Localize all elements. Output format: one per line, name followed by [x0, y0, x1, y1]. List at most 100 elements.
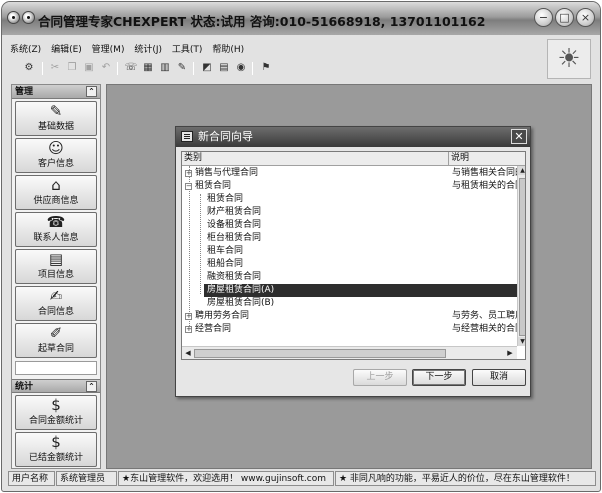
- nav-label: 基础数据: [37, 122, 74, 132]
- nav-label: 客户信息: [37, 159, 74, 169]
- maximize-button[interactable]: □: [555, 8, 574, 27]
- prev-step-button[interactable]: 上一步: [353, 369, 407, 386]
- expand-icon[interactable]: +: [185, 170, 192, 177]
- tree-row[interactable]: + 销售与代理合同 与销售相关合同的: [182, 167, 518, 180]
- scroll-down-icon[interactable]: ▼: [518, 337, 525, 346]
- project-icon: ▤: [48, 250, 64, 268]
- tree-row[interactable]: 租车合同: [182, 245, 517, 258]
- column-header-description[interactable]: 说明: [448, 152, 525, 166]
- undo-icon[interactable]: ↶: [99, 61, 113, 75]
- nav-settled-amount-stats-button[interactable]: $ 已结金额统计: [15, 432, 97, 467]
- stats-section-title: 统计: [15, 382, 34, 392]
- nav-basic-data-button[interactable]: ✎ 基础数据: [15, 101, 97, 136]
- toolbar-separator: [42, 62, 43, 75]
- status-slogan: ★ 非同凡响的功能，平易近人的价位，尽在东山管理软件！: [335, 471, 596, 486]
- system-menu-icon[interactable]: [7, 11, 20, 24]
- horizontal-scrollbar[interactable]: ◀ ▶: [182, 346, 517, 359]
- column-header-category[interactable]: 类别: [182, 152, 448, 166]
- tree-row-name: 租赁合同: [207, 194, 244, 204]
- tree-row[interactable]: + 经营合同 与经营相关的合同: [182, 323, 517, 335]
- database-icon[interactable]: ▤: [217, 61, 231, 75]
- tree-row[interactable]: 房屋租赁合同(B): [182, 297, 517, 310]
- money-bag-icon: $: [51, 396, 61, 414]
- expand-icon[interactable]: +: [185, 326, 192, 333]
- nav-label: 项目信息: [37, 270, 74, 280]
- tree-row-selected[interactable]: 房屋租赁合同(A): [204, 284, 517, 297]
- tree-row[interactable]: 财产租赁合同: [182, 206, 517, 219]
- calculator-icon[interactable]: ▥: [158, 61, 172, 75]
- manage-section-header[interactable]: 管理 ⌃: [12, 85, 100, 99]
- menu-help[interactable]: 帮助(H): [212, 42, 244, 55]
- nav-project-info-button[interactable]: ▤ 项目信息: [15, 249, 97, 284]
- paste-icon[interactable]: ▣: [82, 61, 96, 75]
- collapse-icon[interactable]: −: [185, 183, 192, 190]
- nav-contract-info-button[interactable]: ✍ 合同信息: [15, 286, 97, 321]
- dialog-title: 新合同向导: [198, 130, 253, 143]
- tree-row-name: 柜台租赁合同: [207, 233, 262, 243]
- window-title: 合同管理专家CHEXPERT 状态:试用 咨询:010-51668918, 13…: [38, 14, 486, 29]
- wizard-icon[interactable]: ⚙: [22, 61, 36, 75]
- menu-manage[interactable]: 管理(M): [92, 42, 125, 55]
- calendar-icon[interactable]: ▦: [141, 61, 155, 75]
- collapse-icon[interactable]: ⌃: [86, 381, 97, 392]
- nav-supplier-info-button[interactable]: ⌂ 供应商信息: [15, 175, 97, 210]
- close-button[interactable]: ×: [576, 8, 595, 27]
- contact-icon: ☎: [46, 213, 66, 231]
- collapse-icon[interactable]: ⌃: [86, 86, 97, 97]
- menu-statistics[interactable]: 统计(J): [134, 42, 162, 55]
- cut-icon[interactable]: ✂: [48, 61, 62, 75]
- pin-icon[interactable]: [22, 11, 35, 24]
- money-bag-icon: $: [51, 433, 61, 451]
- dialog-close-button[interactable]: ✕: [511, 129, 527, 144]
- scroll-right-icon[interactable]: ▶: [505, 348, 515, 358]
- tree-row[interactable]: 租船合同: [182, 258, 517, 271]
- menu-edit[interactable]: 编辑(E): [51, 42, 82, 55]
- copy-icon[interactable]: ❐: [65, 61, 79, 75]
- tree-row[interactable]: 柜台租赁合同: [182, 232, 517, 245]
- minimize-button[interactable]: −: [534, 8, 553, 27]
- supplier-icon: ⌂: [51, 176, 61, 194]
- tree-row[interactable]: − 租赁合同 与租赁相关的合同: [182, 180, 518, 193]
- toolbar-separator: [252, 62, 253, 75]
- exit-icon[interactable]: ⚑: [259, 61, 273, 75]
- menu-system[interactable]: 系统(Z): [10, 42, 41, 55]
- tree-row-name: 房屋租赁合同(A): [207, 285, 275, 295]
- scroll-left-icon[interactable]: ◀: [183, 348, 193, 358]
- menu-tools[interactable]: 工具(T): [172, 42, 203, 55]
- toolbar-separator: [193, 62, 194, 75]
- tree-row[interactable]: 融资租赁合同: [182, 271, 517, 284]
- nav-label: 已结金额统计: [28, 453, 83, 463]
- dialog-title-bar[interactable]: 新合同向导 ✕: [176, 127, 530, 147]
- vertical-scrollbar[interactable]: ▲ ▼: [517, 166, 525, 346]
- notepad-icon[interactable]: ✎: [175, 61, 189, 75]
- logo-sun-icon: ☀: [547, 39, 591, 79]
- report-icon[interactable]: ◩: [200, 61, 214, 75]
- wizard-window-icon: [181, 131, 193, 142]
- contract-category-tree[interactable]: 类别 说明 + 销售与代理合同 与销售相关合同的 − 租赁合同 与租赁相关的合同…: [181, 151, 526, 360]
- scroll-up-icon[interactable]: ▲: [518, 166, 525, 175]
- nav-customer-info-button[interactable]: ☺ 客户信息: [15, 138, 97, 173]
- nav-label: 供应商信息: [33, 196, 79, 206]
- manage-section-title: 管理: [15, 87, 34, 97]
- nav-contract-amount-stats-button[interactable]: $ 合同金额统计: [15, 395, 97, 430]
- tree-header: 类别 说明: [182, 152, 525, 166]
- tree-row[interactable]: 设备租赁合同: [182, 219, 517, 232]
- tree-row-name: 财产租赁合同: [207, 207, 262, 217]
- scrollbar-thumb[interactable]: [519, 178, 525, 336]
- tree-row[interactable]: + 聘用劳务合同 与劳务、员工聘用: [182, 310, 518, 323]
- menu-bar: 系统(Z) 编辑(E) 管理(M) 统计(J) 工具(T) 帮助(H): [10, 42, 510, 57]
- next-step-button[interactable]: 下一步: [412, 369, 466, 386]
- nav-contact-info-button[interactable]: ☎ 联系人信息: [15, 212, 97, 247]
- help-icon[interactable]: ◉: [234, 61, 248, 75]
- basic-data-icon: ✎: [49, 102, 63, 120]
- contacts-icon[interactable]: ☏: [124, 61, 138, 75]
- title-bar[interactable]: 合同管理专家CHEXPERT 状态:试用 咨询:010-51668918, 13…: [2, 2, 600, 35]
- scrollbar-thumb[interactable]: [194, 349, 446, 358]
- tree-row[interactable]: 租赁合同: [182, 193, 517, 206]
- stats-section-header[interactable]: 统计 ⌃: [12, 379, 100, 393]
- tree-row-desc: 与租赁相关的合同: [452, 181, 518, 191]
- status-bar: 用户名称 系统管理员 ★东山管理软件，欢迎选用！ www.gujinsoft.c…: [6, 471, 598, 487]
- cancel-button[interactable]: 取消: [472, 369, 526, 386]
- expand-icon[interactable]: +: [185, 313, 192, 320]
- nav-draft-contract-button[interactable]: ✐ 起草合同: [15, 323, 97, 358]
